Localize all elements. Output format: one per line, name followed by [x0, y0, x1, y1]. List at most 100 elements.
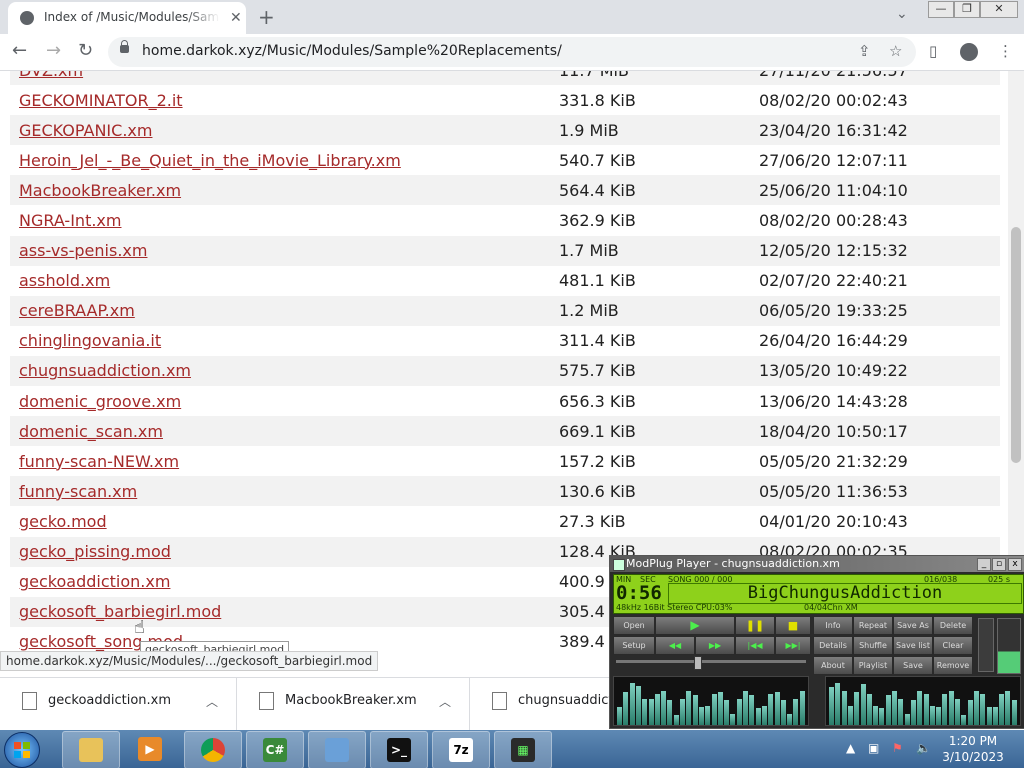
volume-icon[interactable]: 🔈: [916, 741, 931, 755]
file-link[interactable]: GECKOPANIC.xm: [10, 121, 559, 140]
table-row: chugnsuaddiction.xm 575.7 KiB 13/05/20 10:…: [10, 355, 1000, 387]
maximize-button[interactable]: ❐: [954, 1, 980, 18]
forward-icon[interactable]: →: [46, 40, 61, 61]
file-link[interactable]: GECKOMINATOR_2.it: [10, 91, 559, 110]
file-link[interactable]: ass-vs-penis.xm: [10, 241, 559, 260]
file-link[interactable]: asshold.xm: [10, 271, 559, 290]
file-link[interactable]: geckoaddiction.xm: [10, 572, 559, 591]
remove-button[interactable]: Remove: [933, 656, 973, 675]
stop-button[interactable]: ■: [775, 616, 811, 635]
details-button[interactable]: Details: [813, 636, 853, 655]
address-bar[interactable]: home.darkok.xyz/Music/Modules/Sample%20R…: [108, 37, 916, 67]
download-item[interactable]: MacbookBreaker.xm ︿: [237, 678, 470, 731]
file-icon: [259, 692, 274, 710]
close-window-button[interactable]: ✕: [980, 1, 1018, 18]
modplug-minimize-button[interactable]: _: [977, 558, 991, 571]
network-icon[interactable]: ▣: [868, 741, 879, 755]
file-link[interactable]: domenic_groove.xm: [10, 392, 559, 411]
file-link[interactable]: domenic_scan.xm: [10, 422, 559, 441]
file-link[interactable]: Heroin_Jel_-_Be_Quiet_in_the_iMovie_Libr…: [10, 151, 559, 170]
taskbar-media-player[interactable]: ▶: [122, 731, 178, 767]
taskbar-chrome[interactable]: [184, 731, 242, 769]
side-panel-icon[interactable]: ▯: [929, 42, 937, 60]
open-button[interactable]: Open: [613, 616, 655, 635]
start-button[interactable]: [4, 732, 40, 768]
share-icon[interactable]: ⇪: [858, 42, 871, 60]
scrollbar-thumb[interactable]: [1011, 227, 1021, 463]
taskbar-csharp[interactable]: C#: [246, 731, 304, 769]
download-item[interactable]: chugnsuaddiction.xm: [470, 678, 658, 731]
seek-track[interactable]: [616, 660, 806, 663]
file-link[interactable]: chugnsuaddiction.xm: [10, 361, 559, 380]
file-date: 18/04/20 10:50:17: [759, 421, 908, 441]
back-icon[interactable]: ←: [12, 40, 27, 61]
file-link[interactable]: gecko.mod: [10, 512, 559, 531]
file-link[interactable]: MacbookBreaker.xm: [10, 181, 559, 200]
tab-search-button[interactable]: ⌄: [896, 6, 908, 22]
new-tab-button[interactable]: +: [258, 5, 275, 29]
prev-song-button[interactable]: |◀◀: [735, 636, 775, 655]
file-link[interactable]: gecko_pissing.mod: [10, 542, 559, 561]
taskbar-explorer[interactable]: [62, 731, 120, 769]
setup-button[interactable]: Setup: [613, 636, 655, 655]
spectrum-bar: [955, 699, 960, 725]
repeat-button[interactable]: Repeat: [853, 616, 893, 635]
tab-close-button[interactable]: ✕: [230, 10, 242, 26]
play-button[interactable]: ▶: [655, 616, 735, 635]
action-center-icon[interactable]: ⚑: [892, 741, 903, 755]
delete-button[interactable]: Delete: [933, 616, 973, 635]
chevron-up-icon[interactable]: ︿: [206, 693, 218, 710]
tab-active[interactable]: Index of /Music/Modules/Sample Replaceme…: [8, 2, 246, 34]
info-button[interactable]: Info: [813, 616, 853, 635]
file-link[interactable]: NGRA-Int.xm: [10, 211, 559, 230]
spectrum-bar: [835, 683, 841, 725]
globe-icon: [20, 11, 34, 25]
taskbar-video[interactable]: ▦: [494, 731, 552, 769]
spectrum-bar: [854, 692, 860, 725]
spectrum-bar: [774, 691, 780, 725]
spectrum-bar: [873, 706, 879, 725]
next-pattern-button[interactable]: ▶▶: [695, 636, 735, 655]
seek-slider-handle[interactable]: [694, 656, 702, 670]
minimize-button[interactable]: —: [928, 1, 954, 18]
spectrum-bar: [1005, 691, 1011, 725]
profile-avatar-icon[interactable]: [960, 43, 978, 61]
modplug-titlebar[interactable]: ModPlug Player - chugnsuaddiction.xm _ ▫…: [610, 556, 1024, 572]
save-list-button[interactable]: Save list: [893, 636, 933, 655]
download-item[interactable]: geckoaddiction.xm ︿: [0, 678, 237, 731]
file-size: 540.7 KiB: [559, 150, 636, 170]
modplug-restore-button[interactable]: ▫: [992, 558, 1006, 571]
prev-pattern-button[interactable]: ◀◀: [655, 636, 695, 655]
file-size: 130.6 KiB: [559, 481, 636, 501]
file-link[interactable]: funny-scan.xm: [10, 482, 559, 501]
reload-icon[interactable]: ↻: [78, 40, 93, 61]
taskbar-cmd[interactable]: >_: [370, 731, 428, 769]
bookmark-star-icon[interactable]: ☆: [889, 42, 902, 60]
taskbar-photo-viewer[interactable]: [308, 731, 366, 769]
lock-icon[interactable]: [120, 40, 129, 53]
spectrum-bar: [749, 694, 755, 725]
save-as-button[interactable]: Save As: [893, 616, 933, 635]
clear-button[interactable]: Clear: [933, 636, 973, 655]
about-button[interactable]: About: [813, 656, 853, 675]
save-wav-button[interactable]: Save Wav: [893, 656, 933, 687]
spectrum-bar: [986, 706, 992, 725]
file-link[interactable]: chinglingovania.it: [10, 331, 559, 350]
tray-expand-icon[interactable]: ▲: [846, 741, 855, 755]
volume-slider[interactable]: [978, 618, 994, 672]
file-link[interactable]: DVZ.xm: [10, 71, 559, 80]
menu-kebab-icon[interactable]: ⋮: [998, 42, 1013, 60]
taskbar-7zip[interactable]: 7z: [432, 731, 490, 769]
taskbar-clock[interactable]: 1:20 PM 3/10/2023: [937, 733, 1009, 765]
tab-title: Index of /Music/Modules/Sample Replaceme…: [44, 10, 220, 24]
playlist-button[interactable]: Playlist: [853, 656, 893, 675]
shuffle-button[interactable]: Shuffle: [853, 636, 893, 655]
pause-button[interactable]: ❚❚: [735, 616, 775, 635]
file-link[interactable]: cereBRAAP.xm: [10, 301, 559, 320]
modplug-close-button[interactable]: x: [1008, 558, 1022, 571]
next-song-button[interactable]: ▶▶|: [775, 636, 811, 655]
file-link[interactable]: geckosoft_barbiegirl.mod: [10, 602, 559, 621]
spectrum-bar: [847, 706, 853, 725]
file-link[interactable]: funny-scan-NEW.xm: [10, 452, 559, 471]
chevron-up-icon[interactable]: ︿: [439, 693, 451, 710]
